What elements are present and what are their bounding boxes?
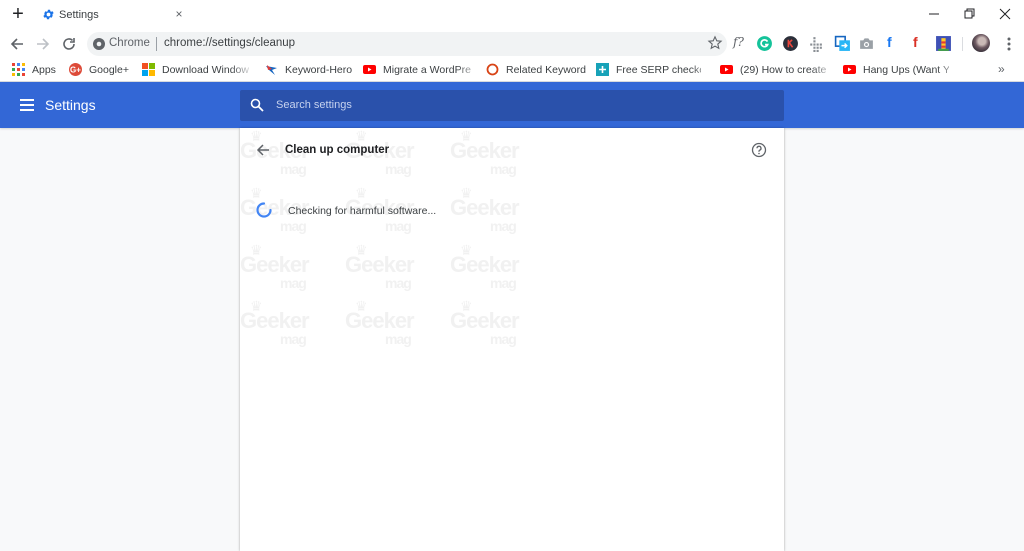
chrome-site-icon [93, 38, 105, 50]
keyword-hero-icon [266, 65, 277, 75]
url-text[interactable]: chrome://settings/cleanup [164, 37, 295, 49]
apps-grid-icon [12, 63, 25, 76]
forward-button[interactable] [33, 34, 53, 54]
reload-button[interactable] [59, 34, 79, 54]
close-window-button[interactable] [993, 3, 1017, 25]
k-extension-icon[interactable] [782, 35, 799, 52]
bookmark-hang-ups[interactable]: Hang Ups (Want You [843, 62, 949, 78]
dots-extension-icon[interactable] [807, 35, 824, 52]
svg-text:G+: G+ [70, 66, 81, 75]
address-bar[interactable]: Chrome chrome://settings/cleanup [87, 32, 727, 56]
grammarly-icon[interactable] [756, 35, 773, 52]
tab-title: Settings [59, 9, 99, 21]
bookmark-apps[interactable]: Apps [12, 62, 62, 78]
hamburger-menu-icon[interactable] [20, 99, 34, 111]
bookmark-how-to-create[interactable]: (29) How to create a [720, 62, 826, 78]
scan-status-text: Checking for harmful software... [288, 205, 437, 217]
bookmark-label: Related Keywords [506, 64, 586, 76]
bookmark-label: Migrate a WordPress [383, 64, 471, 76]
chrome-menu-icon[interactable] [1003, 35, 1015, 53]
settings-title: Settings [45, 97, 96, 113]
title-bar: + Settings × [0, 0, 1024, 30]
toolbar-divider [962, 37, 963, 51]
watermark: ♛ Geeker mag ♛ Geeker mag ♛ Geeker mag ♛ Geeker… [240, 128, 520, 347]
youtube-icon [363, 65, 376, 74]
bookmark-label: Google+ [89, 64, 129, 76]
tab-settings[interactable]: Settings × [34, 2, 192, 28]
browser-toolbar: Chrome chrome://settings/cleanup f? f f [0, 30, 1024, 58]
restore-button[interactable] [957, 3, 981, 25]
help-icon[interactable] [751, 142, 767, 158]
bookmark-label: Apps [32, 64, 56, 76]
bookmark-label: Keyword-Hero [285, 64, 353, 76]
youtube-icon [843, 65, 856, 74]
bookmark-related-keywords[interactable]: Related Keywords [486, 62, 586, 78]
settings-header: Settings [0, 82, 1024, 128]
plus-square-icon [596, 63, 609, 76]
bookmark-google-plus[interactable]: G+ Google+ [69, 62, 131, 78]
search-icon [250, 98, 264, 112]
bookmarks-bar: Apps G+ Google+ Download Windows Keyword… [0, 58, 1024, 82]
new-tab-button[interactable]: + [9, 4, 27, 24]
search-settings-input[interactable] [276, 97, 766, 113]
bookmark-keyword-hero[interactable]: Keyword-Hero [265, 62, 353, 78]
cleanup-card: ♛ Geeker mag ♛ Geeker mag ♛ Geeker mag ♛ Geeker… [240, 128, 784, 551]
youtube-icon [720, 65, 733, 74]
bookmark-download-windows[interactable]: Download Windows [142, 62, 249, 78]
bookmark-migrate-wordpress[interactable]: Migrate a WordPress [363, 62, 471, 78]
back-arrow-icon[interactable] [255, 142, 271, 158]
bookmark-label: Hang Ups (Want You [863, 64, 949, 76]
back-button[interactable] [7, 34, 27, 54]
page-title: Clean up computer [285, 144, 390, 156]
windows-logo-icon [142, 63, 155, 76]
settings-page: Settings ♛Geekermag ♛Geekermag ♛Geekerma… [0, 82, 1024, 551]
bookmark-label: Download Windows [162, 64, 249, 76]
bookmark-label: Free SERP checker - [616, 64, 701, 76]
minimize-button[interactable] [922, 3, 946, 25]
gear-icon [43, 9, 54, 20]
bookmark-free-serp-checker[interactable]: Free SERP checker - [596, 62, 701, 78]
loading-spinner-icon [256, 202, 272, 218]
ring-icon [486, 63, 499, 76]
google-plus-icon: G+ [69, 63, 82, 76]
facebook-red-icon[interactable]: f [913, 34, 930, 51]
f-question-extension-icon[interactable]: f? [733, 35, 750, 52]
profile-avatar[interactable] [972, 34, 990, 52]
bookmark-star-icon[interactable] [707, 35, 723, 51]
camera-icon[interactable] [858, 35, 875, 52]
site-chip: Chrome [109, 37, 150, 49]
bookmark-label: (29) How to create a [740, 64, 826, 76]
facebook-blue-icon[interactable]: f [887, 34, 904, 51]
search-settings-box[interactable] [240, 90, 784, 121]
screen-capture-icon[interactable] [834, 35, 851, 52]
bookmarks-overflow-button[interactable]: » [998, 62, 1005, 76]
lighthouse-icon[interactable] [935, 35, 952, 52]
omnibox-separator [156, 37, 157, 51]
tab-close-button[interactable]: × [172, 7, 186, 21]
